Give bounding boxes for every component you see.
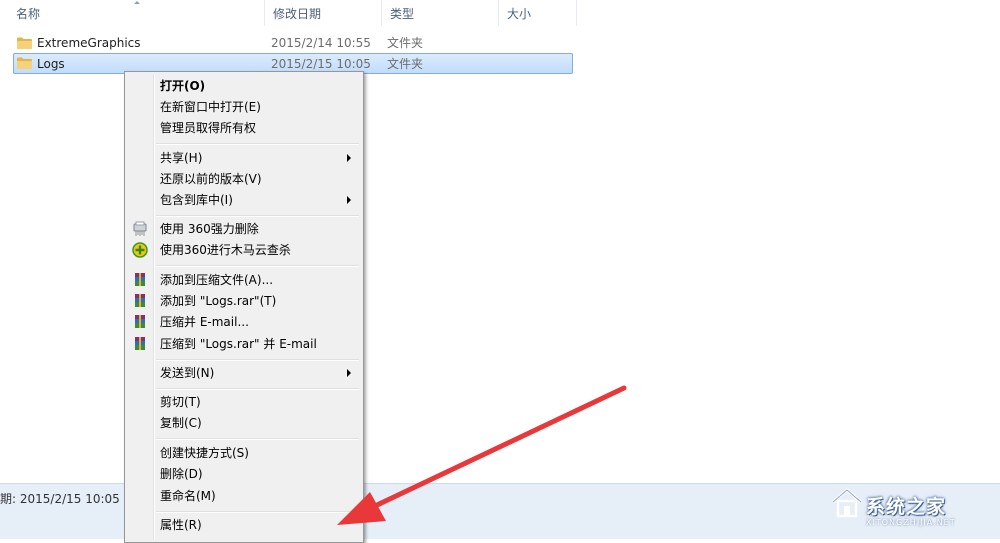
file-row-extremegraphics[interactable]: ExtremeGraphics 2015/2/14 10:55 文件夹 [13,33,573,54]
winrar-icon [135,294,145,307]
winrar-icon [135,315,145,328]
menu-separator [156,265,359,267]
shredder-icon [133,221,147,236]
watermark-subtext: XITONGZHIJIA.NET [866,518,956,527]
menu-separator [156,511,359,513]
menu-separator [156,143,359,145]
menu-item-label: 压缩并 E-mail... [160,315,249,329]
menu-item-cut[interactable]: 剪切(T) [127,391,359,413]
menu-item-360-trojan-scan[interactable]: 使用360进行木马云查杀 [127,239,359,261]
menu-item-add-to-logs-rar[interactable]: 添加到 "Logs.rar"(T) [127,290,359,312]
menu-item-compress-and-email[interactable]: 压缩并 E-mail... [127,311,359,333]
sort-ascending-icon [134,1,140,4]
menu-item-label: 创建快捷方式(S) [160,446,249,460]
folder-icon [17,57,32,69]
menu-item-add-to-archive[interactable]: 添加到压缩文件(A)... [127,269,359,291]
menu-item-label: 包含到库中(I) [160,193,233,207]
submenu-arrow-icon [347,196,351,204]
menu-separator [156,359,359,361]
menu-item-send-to[interactable]: 发送到(N) [127,362,359,384]
menu-item-share[interactable]: 共享(H) [127,147,359,169]
column-header-type[interactable]: 类型 [381,0,498,26]
column-header-date[interactable]: 修改日期 [264,0,381,26]
menu-item-label: 压缩到 "Logs.rar" 并 E-mail [160,337,317,351]
menu-item-label: 使用360进行木马云查杀 [160,243,291,257]
menu-item-360-shred[interactable]: 使用 360强力删除 [127,218,359,240]
file-name: Logs [37,57,65,71]
file-date: 2015/2/14 10:55 [271,36,371,50]
context-menu: 打开(O) 在新窗口中打开(E) 管理员取得所有权 共享(H) 还原以前的版本(… [124,71,364,543]
submenu-arrow-icon [347,369,351,377]
menu-item-restore-versions[interactable]: 还原以前的版本(V) [127,168,359,190]
file-name: ExtremeGraphics [37,36,141,50]
menu-item-label: 管理员取得所有权 [160,121,257,135]
menu-item-include-in-library[interactable]: 包含到库中(I) [127,189,359,211]
menu-separator [156,438,359,440]
menu-item-label: 使用 360强力删除 [160,222,259,236]
menu-item-open-new-window[interactable]: 在新窗口中打开(E) [127,96,359,118]
winrar-icon [135,337,145,350]
folder-icon [17,37,32,49]
menu-item-label: 剪切(T) [160,395,201,409]
menu-item-rename[interactable]: 重命名(M) [127,485,359,507]
submenu-arrow-icon [347,154,351,162]
menu-item-label: 添加到 "Logs.rar"(T) [160,294,277,308]
menu-item-label: 还原以前的版本(V) [160,172,262,186]
menu-item-copy[interactable]: 复制(C) [127,412,359,434]
menu-item-label: 发送到(N) [160,366,215,380]
menu-item-label: 添加到压缩文件(A)... [160,273,274,287]
column-header-size[interactable]: 大小 [498,0,576,26]
watermark: 系统之家 XITONGZHIJIA.NET [826,480,996,534]
menu-item-delete[interactable]: 删除(D) [127,463,359,485]
menu-separator [156,215,359,217]
menu-item-create-shortcut[interactable]: 创建快捷方式(S) [127,442,359,464]
menu-item-compress-logs-rar-and-email[interactable]: 压缩到 "Logs.rar" 并 E-mail [127,333,359,355]
menu-item-properties[interactable]: 属性(R) [127,514,359,536]
column-header-bar: 名称 修改日期 类型 大小 [0,0,1000,26]
menu-item-label: 打开(O) [160,79,206,93]
menu-item-label: 复制(C) [160,416,202,430]
menu-item-label: 属性(R) [160,518,202,532]
watermark-text: 系统之家 [866,496,947,518]
menu-item-label: 重命名(M) [160,489,216,503]
menu-separator [156,388,359,390]
menu-item-label: 在新窗口中打开(E) [160,100,261,114]
menu-item-take-ownership[interactable]: 管理员取得所有权 [127,117,359,139]
menu-item-open[interactable]: 打开(O) [127,75,359,97]
house-logo-icon [832,488,862,518]
360-scan-icon [132,242,148,258]
menu-item-label: 共享(H) [160,151,203,165]
menu-item-label: 删除(D) [160,467,203,481]
column-divider [576,0,577,26]
file-type: 文件夹 [387,36,424,50]
winrar-icon [135,273,145,286]
file-type: 文件夹 [387,57,424,71]
status-modified-date: 期: 2015/2/15 10:05 [0,492,120,506]
